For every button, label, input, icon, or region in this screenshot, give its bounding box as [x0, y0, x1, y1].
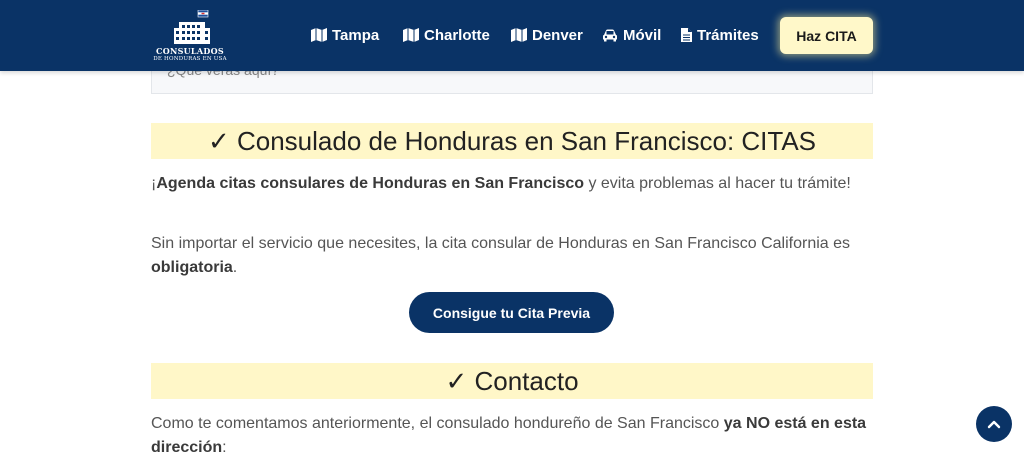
chevron-up-icon — [987, 420, 1001, 429]
site-logo[interactable]: CONSULADOS DE HONDURAS EN USA — [150, 6, 230, 66]
cita-previa-button[interactable]: Consigue tu Cita Previa — [409, 292, 614, 333]
obligatory-paragraph: Sin importar el servicio que necesites, … — [151, 232, 873, 280]
scroll-to-top-button[interactable] — [976, 406, 1012, 442]
map-icon — [511, 28, 527, 42]
obligatory-text: Sin importar el servicio que necesites, … — [151, 235, 851, 252]
logo-title: CONSULADOS — [156, 46, 224, 56]
nav-item-movil[interactable]: Móvil — [602, 24, 661, 46]
nav-label: Charlotte — [424, 26, 490, 44]
nav-label: Denver — [532, 26, 583, 44]
nav-label: Tampa — [332, 26, 380, 44]
obligatory-bold: obligatoria — [151, 259, 233, 276]
obligatory-end: . — [232, 259, 238, 276]
intro-bold: Agenda citas consulares de Honduras en S… — [156, 175, 585, 192]
intro-rest: y evita problemas al hacer tu trámite! — [584, 175, 851, 192]
nav-label: Trámites — [697, 26, 759, 44]
map-icon — [311, 28, 327, 42]
nav-item-tramites[interactable]: Trámites — [681, 24, 759, 46]
car-icon — [603, 29, 617, 41]
nav-item-tampa[interactable]: Tampa — [311, 24, 379, 46]
document-icon — [681, 28, 692, 42]
section-heading-contacto: ✓ Contacto — [151, 363, 873, 399]
building-icon — [174, 10, 210, 44]
intro-paragraph: ¡Agenda citas consulares de Honduras en … — [151, 172, 873, 196]
logo-subtitle: DE HONDURAS EN USA — [153, 56, 227, 62]
nav-label: Móvil — [623, 26, 662, 44]
contact-end: : — [222, 439, 227, 456]
map-icon — [403, 28, 419, 42]
section-heading-citas: ✓ Consulado de Honduras en San Francisco… — [151, 123, 873, 159]
nav-item-charlotte[interactable]: Charlotte — [403, 24, 490, 46]
contact-paragraph: Como te comentamos anteriormente, el con… — [151, 412, 873, 456]
contact-text: Como te comentamos anteriormente, el con… — [151, 415, 724, 432]
haz-cita-button[interactable]: Haz CITA — [780, 17, 873, 54]
site-header: CONSULADOS DE HONDURAS EN USA Tampa Char… — [0, 0, 1024, 71]
nav-item-denver[interactable]: Denver — [511, 24, 583, 46]
